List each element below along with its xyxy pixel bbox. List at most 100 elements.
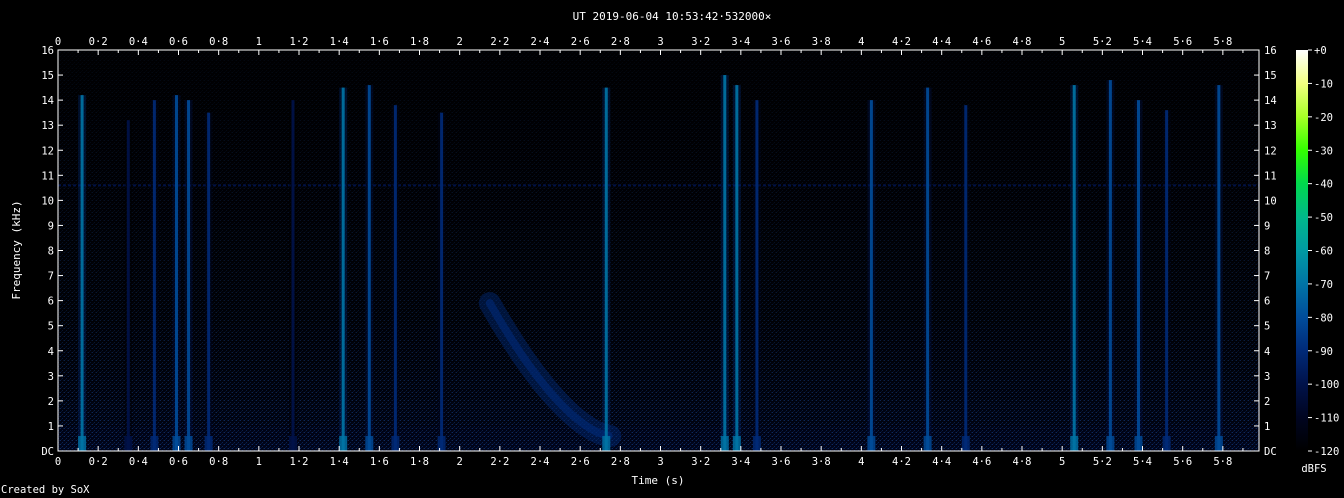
x-tick-label-bottom: 3·6 bbox=[772, 456, 791, 468]
impulse-dc-burst bbox=[150, 435, 159, 451]
impulse-core bbox=[207, 112, 211, 451]
impulse-core bbox=[440, 112, 444, 451]
colorbar-tick-label: -110 bbox=[1314, 413, 1339, 425]
x-tick-label-top: 4·2 bbox=[892, 36, 911, 48]
colorbar-tick-label: -40 bbox=[1314, 179, 1333, 191]
impulse-dc-burst bbox=[204, 435, 213, 451]
x-tick-label-bottom: 0·4 bbox=[129, 456, 148, 468]
impulse-core bbox=[926, 87, 930, 451]
impulse-core bbox=[1072, 85, 1076, 451]
impulse-core bbox=[126, 120, 130, 451]
colorbar-tick-label: -80 bbox=[1314, 312, 1333, 324]
x-tick-label-top: 2 bbox=[457, 36, 463, 48]
x-tick-label-top: 4·4 bbox=[932, 36, 951, 48]
y-tick-label-right: 13 bbox=[1264, 120, 1277, 132]
impulse-core bbox=[723, 75, 727, 451]
y-tick-label-left: 16 bbox=[41, 45, 54, 57]
x-tick-label-bottom: 2·4 bbox=[531, 456, 550, 468]
x-tick-label-bottom: 1·4 bbox=[330, 456, 349, 468]
x-tick-label-top: 5 bbox=[1059, 36, 1065, 48]
spectrogram-figure: UT 2019-06-04 10:53:42·532000× 0 0 0·2 0·2 0… bbox=[10, 10, 1339, 487]
colorbar-ticks: +0 -10 -20 -30 -40 -50 -60 -70 -80 -90 -100 -110 -12… bbox=[1308, 45, 1339, 458]
y-tick-label-right: 2 bbox=[1264, 396, 1270, 408]
y-tick-label-right: DC bbox=[1264, 446, 1277, 458]
impulse-dc-burst bbox=[124, 435, 133, 451]
chart-title: UT 2019-06-04 10:53:42·532000× bbox=[573, 10, 772, 23]
impulse-core bbox=[1217, 85, 1221, 451]
y-tick-label-left: 4 bbox=[48, 346, 54, 358]
x-tick-label-bottom: 4 bbox=[858, 456, 864, 468]
y-tick-label-left: 14 bbox=[41, 95, 54, 107]
impulse-dc-burst bbox=[867, 435, 876, 451]
colorbar-tick-label: -90 bbox=[1314, 346, 1333, 358]
x-tick-label-bottom: 2·8 bbox=[611, 456, 630, 468]
y-tick-label-right: 5 bbox=[1264, 321, 1270, 333]
x-tick-label-top: 1·4 bbox=[330, 36, 349, 48]
x-tick-label-bottom: 2·6 bbox=[571, 456, 590, 468]
impulse-dc-burst bbox=[391, 435, 400, 451]
impulse-core bbox=[869, 100, 873, 451]
y-tick-label-left: 9 bbox=[48, 220, 54, 232]
colorbar-label: dBFS bbox=[1301, 463, 1326, 475]
x-tick-label-top: 0·8 bbox=[209, 36, 228, 48]
impulse-core bbox=[341, 87, 345, 451]
x-tick-label-bottom: 0 bbox=[55, 456, 61, 468]
x-tick-label-bottom: 1·6 bbox=[370, 456, 389, 468]
x-tick-label-bottom: 5·2 bbox=[1093, 456, 1112, 468]
x-tick-label-bottom: 5 bbox=[1059, 456, 1065, 468]
y-tick-label-left: 2 bbox=[48, 396, 54, 408]
y-tick-label-left: 10 bbox=[41, 195, 54, 207]
x-tick-label-bottom: 2 bbox=[457, 456, 463, 468]
impulse-dc-burst bbox=[365, 435, 374, 451]
impulse-dc-burst bbox=[1162, 435, 1171, 451]
y-tick-label-left: 13 bbox=[41, 120, 54, 132]
y-tick-label-left: 7 bbox=[48, 271, 54, 283]
impulse-dc-burst bbox=[1106, 435, 1115, 451]
x-tick-label-top: 2·4 bbox=[531, 36, 550, 48]
x-tick-label-bottom: 0·2 bbox=[89, 456, 108, 468]
x-tick-label-bottom: 5·8 bbox=[1213, 456, 1232, 468]
y-tick-label-right: 12 bbox=[1264, 145, 1277, 157]
credit-text: Created by SoX bbox=[1, 484, 90, 496]
impulse-dc-burst bbox=[720, 435, 729, 451]
impulse-dc-burst bbox=[961, 435, 970, 451]
y-tick-label-right: 3 bbox=[1264, 371, 1270, 383]
x-tick-label-bottom: 4·4 bbox=[932, 456, 951, 468]
impulse-core bbox=[187, 100, 191, 451]
impulse-core bbox=[80, 95, 84, 451]
colorbar-tick-label: -50 bbox=[1314, 212, 1333, 224]
x-tick-label-top: 3·2 bbox=[691, 36, 710, 48]
impulse-core bbox=[367, 85, 371, 451]
y-tick-label-right: 11 bbox=[1264, 170, 1277, 182]
impulse-core bbox=[964, 105, 968, 451]
impulse-dc-burst bbox=[923, 435, 932, 451]
y-tick-label-right: 1 bbox=[1264, 421, 1270, 433]
colorbar-gradient-bar bbox=[1296, 50, 1308, 451]
x-tick-label-bottom: 3 bbox=[657, 456, 663, 468]
impulse-core bbox=[393, 105, 397, 451]
impulse-dc-burst bbox=[78, 435, 87, 451]
impulse-core bbox=[1108, 80, 1112, 451]
impulse-dc-burst bbox=[288, 435, 297, 451]
x-tick-label-bottom: 1 bbox=[256, 456, 262, 468]
x-tick-label-top: 4·6 bbox=[972, 36, 991, 48]
x-tick-label-bottom: 4·6 bbox=[972, 456, 991, 468]
impulse-core bbox=[1136, 100, 1140, 451]
y-tick-label-left: 8 bbox=[48, 246, 54, 258]
x-tick-label-top: 2·8 bbox=[611, 36, 630, 48]
y-tick-label-left: 15 bbox=[41, 70, 54, 82]
x-tick-label-top: 4·8 bbox=[1013, 36, 1032, 48]
y-tick-label-right: 7 bbox=[1264, 271, 1270, 283]
spectrogram-plot bbox=[58, 50, 1259, 451]
impulse-dc-burst bbox=[172, 435, 181, 451]
y-tick-label-left: 12 bbox=[41, 145, 54, 157]
y-tick-label-left: 11 bbox=[41, 170, 54, 182]
y-axis-label: Frequency (kHz) bbox=[10, 200, 23, 299]
x-tick-label-top: 0·6 bbox=[169, 36, 188, 48]
x-tick-label-top: 0 bbox=[55, 36, 61, 48]
impulse-dc-burst bbox=[339, 435, 348, 451]
x-tick-label-top: 3·8 bbox=[812, 36, 831, 48]
x-tick-label-top: 1·6 bbox=[370, 36, 389, 48]
x-tick-label-top: 4 bbox=[858, 36, 864, 48]
x-tick-label-bottom: 5·4 bbox=[1133, 456, 1152, 468]
